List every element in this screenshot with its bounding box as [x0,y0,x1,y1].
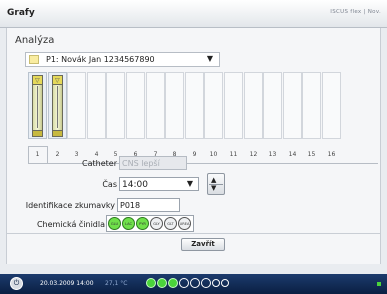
rack-slot-7[interactable] [146,72,165,139]
reagent-chip-pyr[interactable]: PYR [136,217,149,230]
rack-slot-11[interactable] [224,72,243,139]
rack-slot-12[interactable] [244,72,263,139]
title-bar: Grafy ISCUS flex | Nov. [0,0,387,28]
rack-slot-9[interactable] [185,72,204,139]
arrow-up-icon[interactable]: ▲ [211,176,216,184]
reagent-chip-lac[interactable]: LAC [122,217,135,230]
close-button[interactable]: Zavřít [181,238,225,251]
status-indicator-7 [212,279,220,287]
rack-slot-1[interactable]: ▽ [28,72,47,139]
rack-slot-6[interactable] [126,72,145,139]
status-indicator-5 [190,278,200,288]
brand-logo: ISCUS flex | Nov. [330,9,381,15]
reagents-label: Chemická činidla [36,220,105,229]
rack-slot-5[interactable] [106,72,125,139]
arrow-down-icon[interactable]: ▼ [211,184,216,192]
reagent-chip-urea[interactable]: UREA [178,217,191,230]
time-select-value: 14:00 [122,180,148,190]
tube-line [57,86,58,128]
status-indicator-8 [221,279,229,287]
analysis-window: Analýza P1: Novák Jan 1234567890 ▼ ▽ 1 ▽ 2 3… [6,28,381,264]
tube-cap: ▽ [32,75,43,85]
reagent-chip-glu[interactable]: GLU [108,217,121,230]
power-icon[interactable]: ⏻ [10,277,23,290]
rack-slot-13[interactable] [263,72,282,139]
status-indicator-1 [146,278,156,288]
tube-bottom [32,130,43,137]
catheter-label: Catheter [82,159,117,168]
app-title: Grafy [7,8,35,18]
tube-cap: ▽ [52,75,63,85]
status-led [377,282,381,286]
tube-cap-mark: ▽ [55,77,60,84]
rack-slot-14[interactable] [283,72,302,139]
sample-id-input[interactable]: P018 [117,198,180,212]
time-spinner[interactable]: ▲ ▼ [207,173,225,195]
form-divider [7,233,380,234]
tube-line [37,86,38,128]
catheter-field: CNS lepší [119,156,187,170]
sample-tube-icon[interactable]: ▽ [32,75,43,137]
rack-slot-8[interactable] [165,72,184,139]
status-indicator-3 [168,278,178,288]
patient-select-value: P1: Novák Jan 1234567890 [46,55,155,64]
reagent-chip-gly[interactable]: GLY [150,217,163,230]
status-indicator-4 [179,278,189,288]
tube-bottom [52,130,63,137]
sample-form: Catheter CNS lepší Čas 14:00 ▼ ▲ ▼ Ident… [7,151,380,251]
status-indicators [146,278,229,288]
time-label: Čas [102,180,117,189]
rack-slot-10[interactable] [204,72,223,139]
sample-tube-icon[interactable]: ▽ [52,75,63,137]
status-datetime: 20.03.2009 14:00 [40,280,94,287]
chevron-down-icon[interactable]: ▼ [207,54,213,63]
status-bar: ⏻ 20.03.2009 14:00 27,1 °C [0,274,387,294]
sample-id-label: Identifikace zkumavky [25,201,115,210]
rack-slot-16[interactable] [322,72,341,139]
rack-slot-4[interactable] [87,72,106,139]
rack-slot-3[interactable] [67,72,86,139]
patient-color-swatch [29,55,39,64]
rack-slot-2[interactable]: ▽ [48,72,67,139]
tube-cap-mark: ▽ [35,77,40,84]
patient-select[interactable]: P1: Novák Jan 1234567890 ▼ [25,52,220,67]
app-screen: Grafy ISCUS flex | Nov. Analýza P1: Nová… [0,0,387,294]
status-indicator-6 [201,278,211,288]
reagent-chips: GLU LAC PYR GLY GLT UREA [108,216,191,233]
chevron-down-icon[interactable]: ▼ [187,179,193,188]
status-temperature: 27,1 °C [105,280,128,287]
page-title: Analýza [15,35,55,46]
status-indicator-2 [157,278,167,288]
time-select[interactable]: 14:00 ▼ [119,177,199,191]
reagent-chip-glt[interactable]: GLT [164,217,177,230]
rack-slot-15[interactable] [302,72,321,139]
